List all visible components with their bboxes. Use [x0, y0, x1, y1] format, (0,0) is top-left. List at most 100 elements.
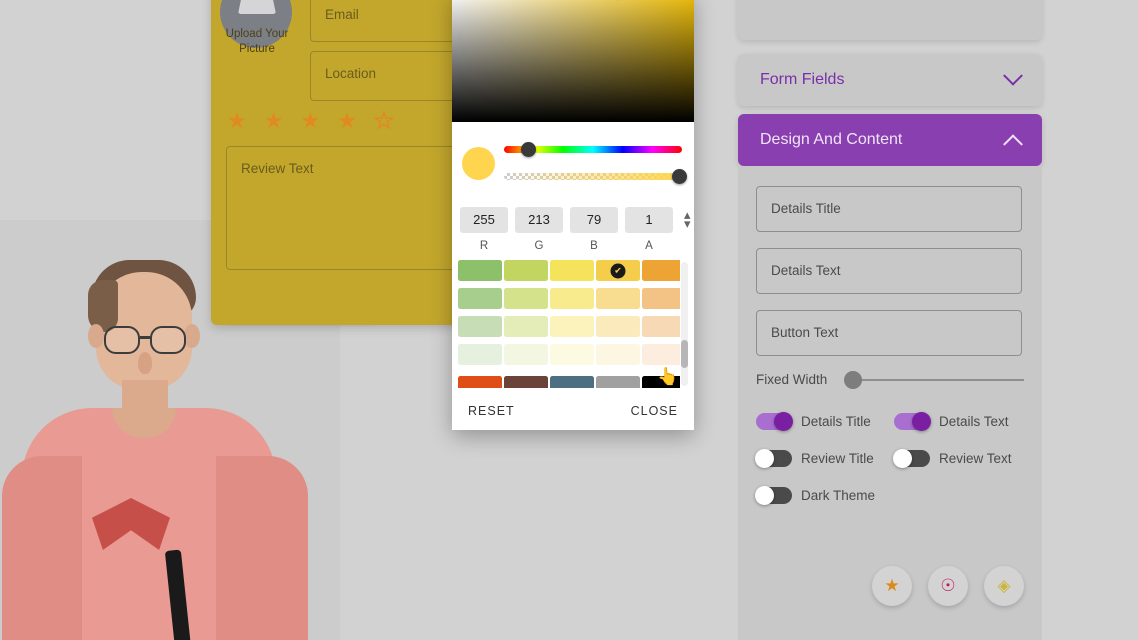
star-1-icon[interactable]: ★ [227, 110, 247, 132]
swatch-cell[interactable] [642, 288, 680, 309]
toggle-review-text[interactable]: Review Text [893, 449, 1024, 468]
channel-b: 79 B [570, 207, 618, 252]
toggle-group: Details Title Details Text Review Title … [755, 412, 1024, 505]
upload-picture-label: Upload Your Picture [214, 27, 300, 57]
star-icon-button[interactable]: ★ [872, 566, 912, 606]
swatch-cell[interactable] [596, 344, 640, 365]
swatch-cell[interactable] [642, 344, 680, 365]
presenter-ear-right [184, 324, 200, 348]
paint-bucket-icon-button[interactable]: ◈ [984, 566, 1024, 606]
toggle-details-title-switch[interactable] [756, 412, 793, 431]
swatch-cell[interactable] [596, 376, 640, 388]
swatch-cell[interactable] [550, 260, 594, 281]
r-label: R [479, 240, 489, 252]
accordion-design-and-content[interactable]: Design And Content [738, 114, 1042, 166]
fixed-width-label: Fixed Width [756, 372, 828, 387]
close-button[interactable]: CLOSE [631, 404, 678, 418]
swatch-cell[interactable] [550, 316, 594, 337]
swatch-cell[interactable] [458, 376, 502, 388]
mouse-cursor: 👆 [657, 367, 679, 386]
star-5-icon[interactable]: ★ [373, 109, 394, 132]
action-button-row: ★ ☉ ◈ [756, 566, 1024, 606]
presenter-ear-left [88, 324, 104, 348]
swatch-cell[interactable]: ✔ [596, 260, 640, 281]
upload-label-line2: Picture [239, 43, 275, 55]
upload-label-line1: Upload Your [225, 28, 289, 40]
swatch-grid-dark [458, 376, 680, 388]
details-text-input[interactable]: Details Text [756, 248, 1022, 294]
screen-root: Upload Your Picture Email Location ★ ★ ★… [0, 0, 1138, 640]
embed-code-card: form"></div> [738, 0, 1042, 40]
swatch-cell[interactable] [458, 344, 502, 365]
settings-panel: form"></div> Form Fields Design And Cont… [738, 0, 1042, 640]
palette-icon-button[interactable]: ☉ [928, 566, 968, 606]
b-input[interactable]: 79 [570, 207, 618, 233]
toggle-details-title[interactable]: Details Title [756, 412, 886, 431]
swatch-cell[interactable] [550, 344, 594, 365]
fixed-width-slider[interactable] [844, 370, 1024, 389]
swatch-cell[interactable] [458, 288, 502, 309]
chevron-up-icon [1003, 134, 1023, 155]
toggle-review-title[interactable]: Review Title [755, 449, 886, 468]
saturation-value-area[interactable] [452, 0, 694, 122]
channel-r: 255 R [460, 207, 508, 252]
fixed-width-slider-row: Fixed Width [756, 370, 1024, 389]
format-stepper-icon[interactable]: ▴ ▾ [684, 208, 691, 230]
toggle-review-title-label: Review Title [801, 451, 874, 466]
a-input[interactable]: 1 [625, 207, 673, 233]
color-picker-footer: RESET CLOSE [452, 392, 694, 430]
swatch-scrollbar-thumb[interactable] [681, 340, 688, 368]
button-text-input[interactable]: Button Text [756, 310, 1022, 356]
rgba-inputs: 255 R 213 G 79 B 1 A ▴ ▾ [460, 207, 691, 255]
swatch-selected-check-icon: ✔ [610, 263, 626, 278]
reset-button[interactable]: RESET [468, 404, 515, 418]
toggle-dark-theme[interactable]: Dark Theme [755, 486, 886, 505]
swatch-cell[interactable] [550, 288, 594, 309]
swatch-cell[interactable] [596, 316, 640, 337]
toggle-details-text-switch[interactable] [894, 412, 931, 431]
g-input[interactable]: 213 [515, 207, 563, 233]
details-title-input[interactable]: Details Title [756, 186, 1022, 232]
star-3-icon[interactable]: ★ [300, 110, 320, 132]
presenter-nose [138, 352, 152, 374]
design-content-body: Details Title Details Text Button Text F… [738, 166, 1042, 640]
swatch-cell[interactable] [504, 316, 548, 337]
glasses-lens-left [104, 326, 140, 354]
toggle-details-title-label: Details Title [801, 414, 871, 429]
glasses-lens-right [150, 326, 186, 354]
channel-a: 1 A [625, 207, 673, 252]
toggle-dark-theme-switch[interactable] [755, 486, 792, 505]
toggle-details-text-label: Details Text [939, 414, 1009, 429]
g-label: G [534, 240, 544, 252]
upload-image-icon [238, 0, 276, 14]
swatch-cell[interactable] [504, 376, 548, 388]
swatch-grid-light: ✔ [458, 260, 680, 365]
fixed-width-slider-thumb[interactable] [844, 370, 862, 389]
swatch-cell[interactable] [504, 260, 548, 281]
swatch-cell[interactable] [458, 316, 502, 337]
swatch-cell[interactable] [550, 376, 594, 388]
swatch-cell[interactable] [458, 260, 502, 281]
toggle-dark-theme-label: Dark Theme [801, 488, 876, 503]
toggle-review-text-label: Review Text [939, 451, 1012, 466]
toggle-review-text-switch[interactable] [893, 449, 930, 468]
r-input[interactable]: 255 [460, 207, 508, 233]
swatch-cell[interactable] [504, 288, 548, 309]
swatch-cell[interactable] [642, 316, 680, 337]
hue-slider-knob[interactable] [521, 142, 536, 157]
accordion-design-label: Design And Content [760, 131, 903, 148]
toggle-review-title-switch[interactable] [755, 449, 792, 468]
star-4-icon[interactable]: ★ [337, 110, 357, 132]
swatch-cell[interactable] [596, 288, 640, 309]
swatch-cell[interactable] [642, 260, 680, 281]
accordion-form-fields[interactable]: Form Fields [738, 54, 1042, 106]
toggle-details-text[interactable]: Details Text [894, 412, 1024, 431]
star-rating[interactable]: ★ ★ ★ ★ ★ [227, 109, 394, 132]
swatch-cell[interactable] [504, 344, 548, 365]
channel-g: 213 G [515, 207, 563, 252]
shirt-logo [92, 498, 170, 594]
b-label: B [590, 240, 598, 252]
star-2-icon[interactable]: ★ [264, 110, 284, 132]
alpha-slider-knob[interactable] [672, 169, 687, 184]
alpha-slider[interactable] [504, 173, 682, 180]
